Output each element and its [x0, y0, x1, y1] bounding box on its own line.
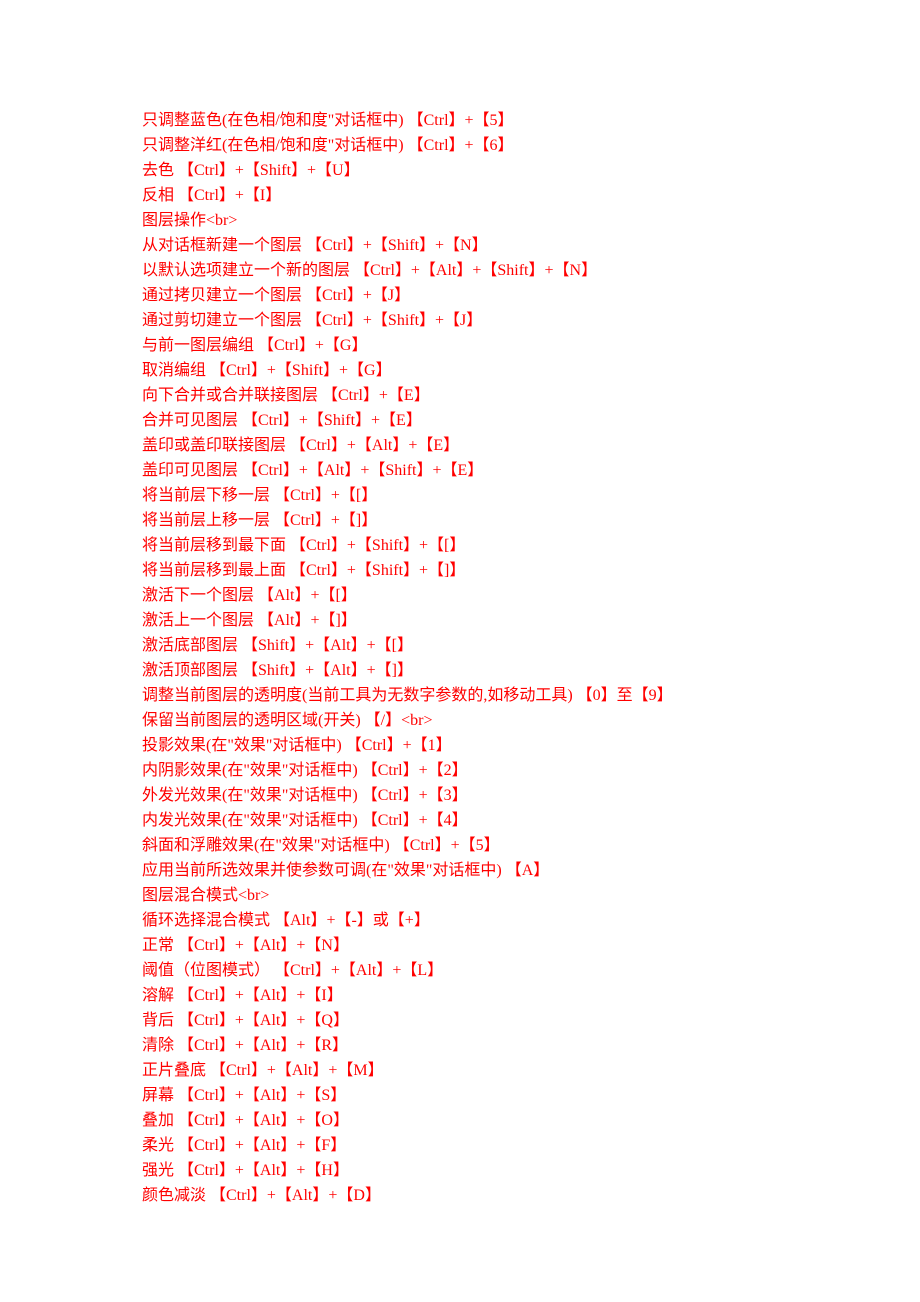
shortcut-line: 正片叠底 【Ctrl】+【Alt】+【M】: [142, 1058, 920, 1083]
shortcut-line: 背后 【Ctrl】+【Alt】+【Q】: [142, 1008, 920, 1033]
shortcut-line: 正常 【Ctrl】+【Alt】+【N】: [142, 933, 920, 958]
shortcut-line: 清除 【Ctrl】+【Alt】+【R】: [142, 1033, 920, 1058]
shortcut-line: 激活顶部图层 【Shift】+【Alt】+【]】: [142, 658, 920, 683]
shortcut-line: 将当前层下移一层 【Ctrl】+【[】: [142, 483, 920, 508]
shortcut-line: 保留当前图层的透明区域(开关) 【/】<br>: [142, 708, 920, 733]
document-page: 只调整蓝色(在色相/饱和度"对话框中) 【Ctrl】+【5】只调整洋红(在色相/…: [0, 0, 920, 1302]
shortcut-line: 颜色减淡 【Ctrl】+【Alt】+【D】: [142, 1183, 920, 1208]
shortcut-line: 强光 【Ctrl】+【Alt】+【H】: [142, 1158, 920, 1183]
shortcut-line: 图层操作<br>: [142, 208, 920, 233]
shortcut-line: 以默认选项建立一个新的图层 【Ctrl】+【Alt】+【Shift】+【N】: [142, 258, 920, 283]
shortcut-line: 合并可见图层 【Ctrl】+【Shift】+【E】: [142, 408, 920, 433]
shortcut-line: 将当前层移到最上面 【Ctrl】+【Shift】+【]】: [142, 558, 920, 583]
shortcut-line: 柔光 【Ctrl】+【Alt】+【F】: [142, 1133, 920, 1158]
shortcut-line: 将当前层上移一层 【Ctrl】+【]】: [142, 508, 920, 533]
shortcut-line: 反相 【Ctrl】+【I】: [142, 183, 920, 208]
shortcut-line: 激活上一个图层 【Alt】+【]】: [142, 608, 920, 633]
shortcut-line: 溶解 【Ctrl】+【Alt】+【I】: [142, 983, 920, 1008]
shortcut-line: 只调整蓝色(在色相/饱和度"对话框中) 【Ctrl】+【5】: [142, 108, 920, 133]
shortcut-line: 只调整洋红(在色相/饱和度"对话框中) 【Ctrl】+【6】: [142, 133, 920, 158]
shortcut-line: 斜面和浮雕效果(在"效果"对话框中) 【Ctrl】+【5】: [142, 833, 920, 858]
shortcut-line: 从对话框新建一个图层 【Ctrl】+【Shift】+【N】: [142, 233, 920, 258]
shortcut-line: 调整当前图层的透明度(当前工具为无数字参数的,如移动工具) 【0】至【9】: [142, 683, 920, 708]
shortcut-line: 盖印可见图层 【Ctrl】+【Alt】+【Shift】+【E】: [142, 458, 920, 483]
shortcut-line: 内发光效果(在"效果"对话框中) 【Ctrl】+【4】: [142, 808, 920, 833]
shortcut-line: 盖印或盖印联接图层 【Ctrl】+【Alt】+【E】: [142, 433, 920, 458]
shortcut-line: 激活底部图层 【Shift】+【Alt】+【[】: [142, 633, 920, 658]
shortcut-line: 通过剪切建立一个图层 【Ctrl】+【Shift】+【J】: [142, 308, 920, 333]
shortcut-line: 取消编组 【Ctrl】+【Shift】+【G】: [142, 358, 920, 383]
shortcut-line: 与前一图层编组 【Ctrl】+【G】: [142, 333, 920, 358]
shortcut-line: 将当前层移到最下面 【Ctrl】+【Shift】+【[】: [142, 533, 920, 558]
shortcut-line: 投影效果(在"效果"对话框中) 【Ctrl】+【1】: [142, 733, 920, 758]
shortcut-line: 阈值（位图模式） 【Ctrl】+【Alt】+【L】: [142, 958, 920, 983]
shortcut-line: 外发光效果(在"效果"对话框中) 【Ctrl】+【3】: [142, 783, 920, 808]
shortcut-line: 屏幕 【Ctrl】+【Alt】+【S】: [142, 1083, 920, 1108]
shortcut-line: 通过拷贝建立一个图层 【Ctrl】+【J】: [142, 283, 920, 308]
shortcut-line: 激活下一个图层 【Alt】+【[】: [142, 583, 920, 608]
shortcut-line: 去色 【Ctrl】+【Shift】+【U】: [142, 158, 920, 183]
shortcut-line: 内阴影效果(在"效果"对话框中) 【Ctrl】+【2】: [142, 758, 920, 783]
shortcut-line: 叠加 【Ctrl】+【Alt】+【O】: [142, 1108, 920, 1133]
shortcut-line: 应用当前所选效果并使参数可调(在"效果"对话框中) 【A】: [142, 858, 920, 883]
shortcut-line: 循环选择混合模式 【Alt】+【-】或【+】: [142, 908, 920, 933]
shortcut-line: 图层混合模式<br>: [142, 883, 920, 908]
shortcut-line: 向下合并或合并联接图层 【Ctrl】+【E】: [142, 383, 920, 408]
